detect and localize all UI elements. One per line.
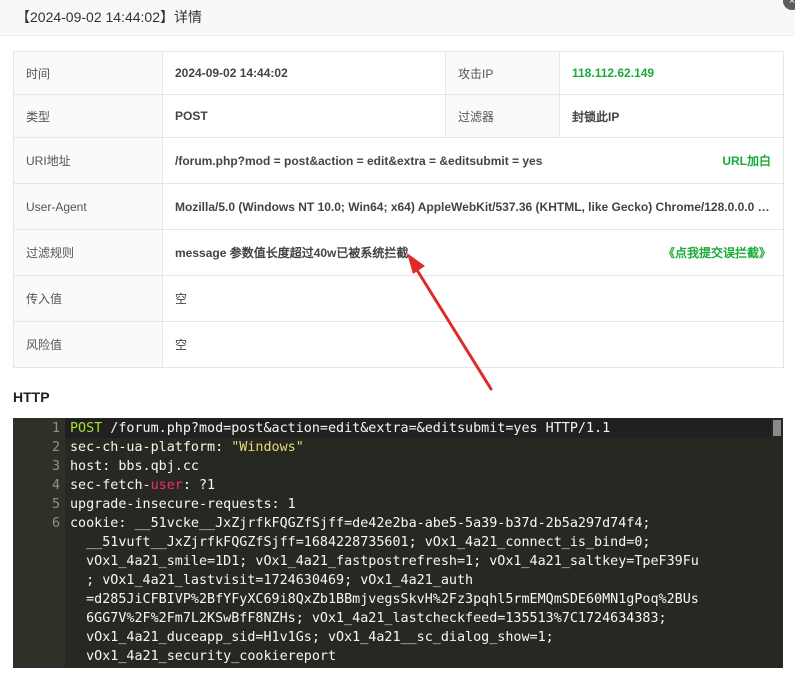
scrollbar-thumb[interactable] [773, 420, 781, 436]
rule-label: 过滤规则 [13, 229, 163, 276]
line-number: 4 [51, 478, 60, 493]
report-false-positive-link[interactable]: 《点我提交误拦截》 [663, 244, 771, 261]
ua-label: User-Agent [13, 183, 163, 230]
editor-scrollbar[interactable] [771, 418, 783, 668]
http-section-title: HTTP [13, 389, 50, 405]
header-key: sec-ch-ua-platform: [70, 440, 232, 455]
http-code-editor[interactable]: 1 2 3 4 5 6 POST /forum.php?mod=post&act… [13, 418, 783, 668]
input-value: 空 [162, 275, 784, 322]
cookie-line: 6GG7V%2F%2Fm7L2KSwBfF8NZHs; vOx1_4a21_la… [70, 611, 667, 626]
uri-label: URI地址 [13, 137, 163, 184]
line-number-gutter: 1 2 3 4 5 6 [13, 418, 65, 668]
ip-value: 118.112.62.149 [572, 66, 655, 80]
rule-value: message 参数值长度超过40w已被系统拦截 [175, 246, 409, 260]
line-number: 3 [51, 459, 60, 474]
uri-value: /forum.php?mod = post&action = edit&extr… [175, 153, 543, 168]
code-line: host: bbs.qbj.cc [70, 459, 199, 474]
table-row: 类型 POST 过滤器 封锁此IP [13, 94, 784, 138]
dialog-title: 【2024-09-02 14:44:02】详情 [16, 9, 202, 25]
risk-label: 风险值 [13, 321, 163, 368]
cookie-line: ; vOx1_4a21_lastvisit=1724630469; vOx1_4… [70, 573, 474, 588]
code-line: upgrade-insecure-requests: 1 [70, 497, 296, 512]
cookie-line: cookie: __51vcke__JxZjrfkFQGZfSjff=de42e… [70, 516, 651, 531]
url-whitelist-link[interactable]: URL加白 [722, 152, 771, 169]
time-value: 2024-09-02 14:44:02 [162, 51, 446, 95]
table-row: 传入值 空 [13, 275, 784, 322]
risk-value: 空 [162, 321, 784, 368]
line-number: 1 [51, 421, 60, 436]
cookie-line: vOx1_4a21_duceapp_sid=H1v1Gs; vOx1_4a21_… [70, 630, 554, 645]
input-label: 传入值 [13, 275, 163, 322]
dialog-header: 【2024-09-02 14:44:02】详情 × [0, 0, 795, 36]
code-line: POST /forum.php?mod=post&action=edit&ext… [65, 419, 771, 438]
request-target: /forum.php?mod=post&action=edit&extra=&e… [102, 421, 611, 436]
cookie-line: =d285JiCFBIVP%2BfYFyXC69i8QxZb1BBmjvegsS… [70, 592, 699, 607]
cookie-line: __51vuft__JxZjrfkFQGZfSjff=1684228735601… [70, 535, 651, 550]
code-line: sec-fetch-user: ?1 [70, 476, 769, 495]
header-key-part: sec-fetch- [70, 478, 151, 493]
header-value: "Windows" [231, 440, 304, 455]
ua-value: Mozilla/5.0 (Windows NT 10.0; Win64; x64… [175, 199, 771, 214]
table-row: URI地址 /forum.php?mod = post&action = edi… [13, 137, 784, 184]
type-label: 类型 [13, 94, 163, 138]
time-label: 时间 [13, 51, 163, 95]
line-number: 5 [51, 497, 60, 512]
filter-label: 过滤器 [445, 94, 560, 138]
table-row: 时间 2024-09-02 14:44:02 攻击IP 118.112.62.1… [13, 51, 784, 95]
cookie-line: vOx1_4a21_smile=1D1; vOx1_4a21_fastpostr… [70, 554, 699, 569]
http-method: POST [70, 421, 103, 436]
type-value: POST [162, 94, 446, 138]
line-number: 6 [51, 516, 60, 531]
table-row: User-Agent Mozilla/5.0 (Windows NT 10.0;… [13, 183, 784, 230]
cookie-line: vOx1_4a21_security_cookiereport [70, 649, 337, 664]
table-row: 过滤规则 message 参数值长度超过40w已被系统拦截 《点我提交误拦截》 [13, 229, 784, 276]
code-line: sec-ch-ua-platform: "Windows" [70, 438, 769, 457]
header-key-highlight: user [150, 478, 183, 493]
table-row: 风险值 空 [13, 321, 784, 368]
close-icon[interactable]: × [783, 0, 795, 10]
detail-table: 时间 2024-09-02 14:44:02 攻击IP 118.112.62.1… [13, 51, 784, 368]
filter-value: 封锁此IP [559, 94, 784, 138]
ip-label: 攻击IP [445, 51, 560, 95]
line-number: 2 [51, 440, 60, 455]
header-value: : ?1 [182, 478, 216, 493]
